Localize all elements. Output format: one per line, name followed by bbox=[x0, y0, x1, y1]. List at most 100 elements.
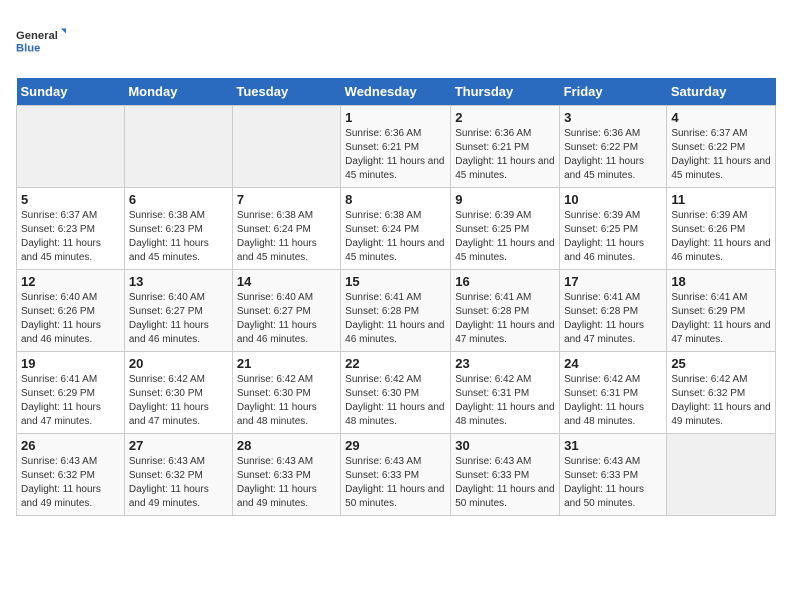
day-cell: 14 Sunrise: 6:40 AM Sunset: 6:27 PM Dayli… bbox=[232, 270, 340, 352]
day-info: Sunrise: 6:42 AM Sunset: 6:30 PM Dayligh… bbox=[345, 373, 446, 429]
day-number: 15 bbox=[345, 274, 446, 289]
calendar-header-row: SundayMondayTuesdayWednesdayThursdayFrid… bbox=[17, 78, 776, 106]
day-number: 31 bbox=[564, 438, 662, 453]
day-info: Sunrise: 6:43 AM Sunset: 6:32 PM Dayligh… bbox=[21, 455, 120, 511]
day-info: Sunrise: 6:36 AM Sunset: 6:21 PM Dayligh… bbox=[345, 127, 446, 183]
day-info: Sunrise: 6:41 AM Sunset: 6:28 PM Dayligh… bbox=[564, 291, 662, 347]
day-number: 13 bbox=[129, 274, 228, 289]
day-info: Sunrise: 6:43 AM Sunset: 6:33 PM Dayligh… bbox=[237, 455, 336, 511]
week-row-2: 5Sunrise: 6:37 AM Sunset: 6:23 PM Daylig… bbox=[17, 188, 776, 270]
day-cell bbox=[667, 434, 776, 516]
day-number: 24 bbox=[564, 356, 662, 371]
header-friday: Friday bbox=[560, 78, 667, 106]
day-cell bbox=[17, 106, 125, 188]
header-tuesday: Tuesday bbox=[232, 78, 340, 106]
day-cell: 10 Sunrise: 6:39 AM Sunset: 6:25 PM Dayli… bbox=[560, 188, 667, 270]
day-number: 11 bbox=[671, 192, 771, 207]
day-number: 4 bbox=[671, 110, 771, 125]
day-cell: 11 Sunrise: 6:39 AM Sunset: 6:26 PM Dayli… bbox=[667, 188, 776, 270]
day-number: 18 bbox=[671, 274, 771, 289]
day-info: Sunrise: 6:41 AM Sunset: 6:28 PM Dayligh… bbox=[345, 291, 446, 347]
day-cell: 2Sunrise: 6:36 AM Sunset: 6:21 PM Daylig… bbox=[451, 106, 560, 188]
day-number: 14 bbox=[237, 274, 336, 289]
week-row-1: 1 Sunrise: 6:36 AM Sunset: 6:21 PM Daylig… bbox=[17, 106, 776, 188]
day-number: 6 bbox=[129, 192, 228, 207]
day-cell: 19 Sunrise: 6:41 AM Sunset: 6:29 PM Dayli… bbox=[17, 352, 125, 434]
day-cell: 28 Sunrise: 6:43 AM Sunset: 6:33 PM Dayli… bbox=[232, 434, 340, 516]
day-info: Sunrise: 6:42 AM Sunset: 6:30 PM Dayligh… bbox=[237, 373, 336, 429]
day-info: Sunrise: 6:39 AM Sunset: 6:26 PM Dayligh… bbox=[671, 209, 771, 265]
day-cell: 31 Sunrise: 6:43 AM Sunset: 6:33 PM Dayli… bbox=[560, 434, 667, 516]
logo-svg: General Blue bbox=[16, 16, 66, 66]
day-info: Sunrise: 6:42 AM Sunset: 6:31 PM Dayligh… bbox=[564, 373, 662, 429]
day-cell: 21 Sunrise: 6:42 AM Sunset: 6:30 PM Dayli… bbox=[232, 352, 340, 434]
day-info: Sunrise: 6:40 AM Sunset: 6:27 PM Dayligh… bbox=[237, 291, 336, 347]
day-number: 9 bbox=[455, 192, 555, 207]
day-info: Sunrise: 6:41 AM Sunset: 6:28 PM Dayligh… bbox=[455, 291, 555, 347]
day-cell: 27 Sunrise: 6:43 AM Sunset: 6:32 PM Dayli… bbox=[124, 434, 232, 516]
week-row-3: 12Sunrise: 6:40 AM Sunset: 6:26 PM Dayli… bbox=[17, 270, 776, 352]
day-cell: 22 Sunrise: 6:42 AM Sunset: 6:30 PM Dayli… bbox=[341, 352, 451, 434]
day-number: 2 bbox=[455, 110, 555, 125]
day-info: Sunrise: 6:42 AM Sunset: 6:30 PM Dayligh… bbox=[129, 373, 228, 429]
day-number: 20 bbox=[129, 356, 228, 371]
day-number: 27 bbox=[129, 438, 228, 453]
day-cell: 4 Sunrise: 6:37 AM Sunset: 6:22 PM Daylig… bbox=[667, 106, 776, 188]
day-cell: 25Sunrise: 6:42 AM Sunset: 6:32 PM Dayli… bbox=[667, 352, 776, 434]
day-number: 22 bbox=[345, 356, 446, 371]
day-info: Sunrise: 6:43 AM Sunset: 6:33 PM Dayligh… bbox=[455, 455, 555, 511]
day-cell: 24 Sunrise: 6:42 AM Sunset: 6:31 PM Dayli… bbox=[560, 352, 667, 434]
day-cell: 15 Sunrise: 6:41 AM Sunset: 6:28 PM Dayli… bbox=[341, 270, 451, 352]
day-info: Sunrise: 6:38 AM Sunset: 6:23 PM Dayligh… bbox=[129, 209, 228, 265]
day-number: 12 bbox=[21, 274, 120, 289]
day-cell: 5Sunrise: 6:37 AM Sunset: 6:23 PM Daylig… bbox=[17, 188, 125, 270]
day-cell: 9 Sunrise: 6:39 AM Sunset: 6:25 PM Daylig… bbox=[451, 188, 560, 270]
day-cell: 8 Sunrise: 6:38 AM Sunset: 6:24 PM Daylig… bbox=[341, 188, 451, 270]
day-info: Sunrise: 6:42 AM Sunset: 6:31 PM Dayligh… bbox=[455, 373, 555, 429]
day-cell: 18 Sunrise: 6:41 AM Sunset: 6:29 PM Dayli… bbox=[667, 270, 776, 352]
day-number: 3 bbox=[564, 110, 662, 125]
day-number: 21 bbox=[237, 356, 336, 371]
day-cell: 7Sunrise: 6:38 AM Sunset: 6:24 PM Daylig… bbox=[232, 188, 340, 270]
day-number: 26 bbox=[21, 438, 120, 453]
day-cell: 12Sunrise: 6:40 AM Sunset: 6:26 PM Dayli… bbox=[17, 270, 125, 352]
day-info: Sunrise: 6:37 AM Sunset: 6:23 PM Dayligh… bbox=[21, 209, 120, 265]
calendar-body: 1 Sunrise: 6:36 AM Sunset: 6:21 PM Daylig… bbox=[17, 106, 776, 516]
header-sunday: Sunday bbox=[17, 78, 125, 106]
day-info: Sunrise: 6:41 AM Sunset: 6:29 PM Dayligh… bbox=[671, 291, 771, 347]
week-row-4: 19 Sunrise: 6:41 AM Sunset: 6:29 PM Dayli… bbox=[17, 352, 776, 434]
day-info: Sunrise: 6:37 AM Sunset: 6:22 PM Dayligh… bbox=[671, 127, 771, 183]
day-info: Sunrise: 6:41 AM Sunset: 6:29 PM Dayligh… bbox=[21, 373, 120, 429]
day-number: 25 bbox=[671, 356, 771, 371]
day-cell: 1 Sunrise: 6:36 AM Sunset: 6:21 PM Daylig… bbox=[341, 106, 451, 188]
day-number: 19 bbox=[21, 356, 120, 371]
day-number: 17 bbox=[564, 274, 662, 289]
day-number: 28 bbox=[237, 438, 336, 453]
day-cell: 23Sunrise: 6:42 AM Sunset: 6:31 PM Dayli… bbox=[451, 352, 560, 434]
day-number: 8 bbox=[345, 192, 446, 207]
svg-text:Blue: Blue bbox=[16, 43, 40, 55]
page-header: General Blue bbox=[16, 16, 776, 66]
day-cell: 20 Sunrise: 6:42 AM Sunset: 6:30 PM Dayli… bbox=[124, 352, 232, 434]
day-cell bbox=[124, 106, 232, 188]
day-number: 1 bbox=[345, 110, 446, 125]
day-cell: 6 Sunrise: 6:38 AM Sunset: 6:23 PM Daylig… bbox=[124, 188, 232, 270]
day-info: Sunrise: 6:39 AM Sunset: 6:25 PM Dayligh… bbox=[455, 209, 555, 265]
day-number: 29 bbox=[345, 438, 446, 453]
day-number: 10 bbox=[564, 192, 662, 207]
day-number: 30 bbox=[455, 438, 555, 453]
svg-text:General: General bbox=[16, 30, 58, 42]
day-number: 16 bbox=[455, 274, 555, 289]
day-cell: 26 Sunrise: 6:43 AM Sunset: 6:32 PM Dayli… bbox=[17, 434, 125, 516]
day-info: Sunrise: 6:40 AM Sunset: 6:27 PM Dayligh… bbox=[129, 291, 228, 347]
day-info: Sunrise: 6:43 AM Sunset: 6:32 PM Dayligh… bbox=[129, 455, 228, 511]
header-monday: Monday bbox=[124, 78, 232, 106]
day-info: Sunrise: 6:38 AM Sunset: 6:24 PM Dayligh… bbox=[345, 209, 446, 265]
week-row-5: 26 Sunrise: 6:43 AM Sunset: 6:32 PM Dayli… bbox=[17, 434, 776, 516]
calendar-table: SundayMondayTuesdayWednesdayThursdayFrid… bbox=[16, 78, 776, 516]
day-info: Sunrise: 6:39 AM Sunset: 6:25 PM Dayligh… bbox=[564, 209, 662, 265]
day-info: Sunrise: 6:43 AM Sunset: 6:33 PM Dayligh… bbox=[564, 455, 662, 511]
day-cell: 29Sunrise: 6:43 AM Sunset: 6:33 PM Dayli… bbox=[341, 434, 451, 516]
day-cell bbox=[232, 106, 340, 188]
header-thursday: Thursday bbox=[451, 78, 560, 106]
